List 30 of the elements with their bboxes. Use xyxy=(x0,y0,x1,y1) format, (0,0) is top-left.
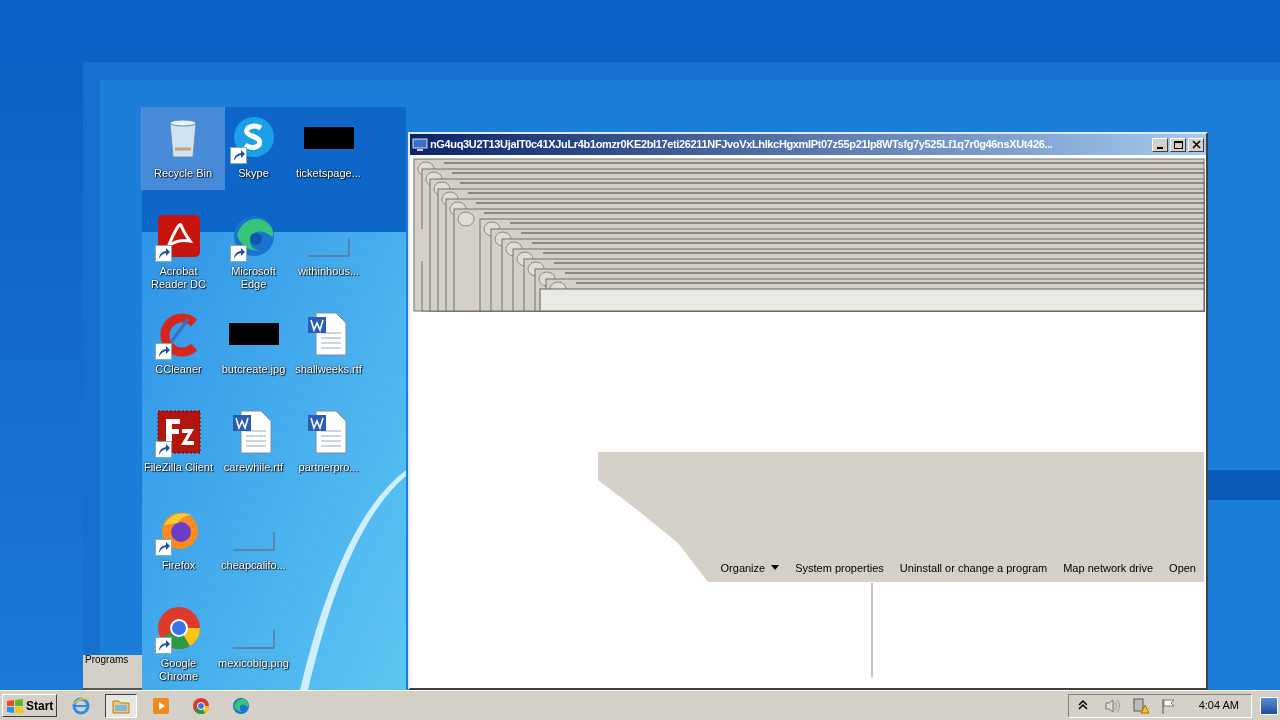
clock: 4:04 AM xyxy=(1198,698,1239,714)
minimize-icon xyxy=(1157,146,1163,149)
play-icon xyxy=(151,695,172,716)
show-desktop-button[interactable] xyxy=(1260,696,1278,715)
wave-globe-icon xyxy=(231,695,252,716)
organize-menu[interactable]: Organize xyxy=(712,559,788,576)
computer-icon xyxy=(412,137,428,152)
desktop-icon[interactable]: Recycle Bin xyxy=(141,107,225,190)
caret-icon xyxy=(771,565,780,571)
toolbar-button[interactable]: Uninstall or change a program xyxy=(891,559,1056,576)
blank-thumbnail-icon xyxy=(232,532,275,551)
taskbar-button[interactable] xyxy=(105,693,138,718)
blank-thumbnail-icon xyxy=(232,630,275,649)
minimize-button[interactable] xyxy=(1152,137,1168,152)
windows-logo-icon xyxy=(6,697,24,714)
close-button[interactable] xyxy=(1188,137,1204,152)
ie-icon xyxy=(71,695,92,716)
blank-thumbnail-icon xyxy=(307,238,350,257)
toolbar-button[interactable]: Open xyxy=(1161,559,1204,576)
speaker-icon xyxy=(1103,696,1122,715)
maximize-icon xyxy=(1172,139,1184,150)
menu-fragment: Programs xyxy=(83,655,142,690)
chrome-icon xyxy=(191,695,212,716)
window-title: nG4uq3U2T13UjaIT0c41XJuLr4b1omzr0KE2bI17eti26211NFJvoVxLhIkcHgxmIPt07z55p21lp8WTsfg7y525Lf1q7r0g46nsXUt426... xyxy=(430,137,1054,153)
toolbar-button[interactable]: System properties xyxy=(787,559,892,576)
toolbar-button[interactable]: Map network drive xyxy=(1055,559,1162,576)
close-icon xyxy=(1190,139,1202,150)
maximize-button[interactable] xyxy=(1170,137,1186,152)
network-warning-icon xyxy=(1131,696,1150,715)
start-button[interactable]: Start xyxy=(2,694,58,717)
